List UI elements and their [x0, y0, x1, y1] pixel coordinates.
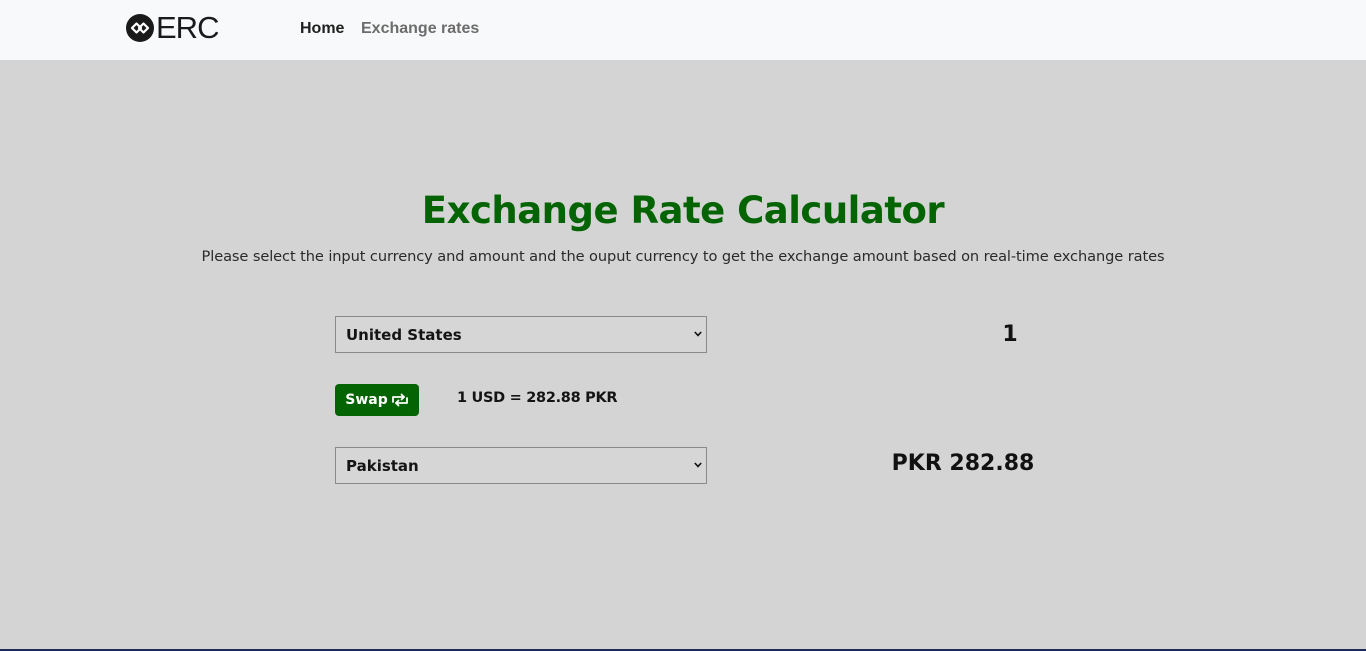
navbar: ERC Home Exchange rates — [0, 0, 1366, 60]
logo-text: ERC — [156, 10, 219, 45]
amount-input[interactable]: 1 — [950, 318, 1070, 352]
to-currency-select[interactable]: Pakistan — [335, 447, 707, 484]
swap-arrows-icon — [391, 393, 408, 407]
nav-link-home[interactable]: Home — [300, 20, 344, 38]
swap-button-label: Swap — [345, 392, 388, 408]
to-currency-value: Pakistan — [346, 457, 419, 475]
chevron-down-icon — [694, 331, 702, 337]
page-subtitle: Please select the input currency and amo… — [201, 248, 1165, 265]
converted-amount: PKR 282.88 — [891, 451, 1035, 476]
page-title: Exchange Rate Calculator — [421, 189, 945, 232]
from-currency-value: United States — [346, 326, 462, 344]
logo[interactable]: ERC — [125, 10, 219, 45]
nav-link-exchange-rates[interactable]: Exchange rates — [361, 20, 479, 38]
chevron-down-icon — [694, 462, 702, 468]
exchange-rate-text: 1 USD = 282.88 PKR — [457, 390, 618, 406]
from-currency-select[interactable]: United States — [335, 316, 707, 353]
logo-icon — [126, 14, 154, 42]
swap-button[interactable]: Swap — [335, 384, 419, 416]
